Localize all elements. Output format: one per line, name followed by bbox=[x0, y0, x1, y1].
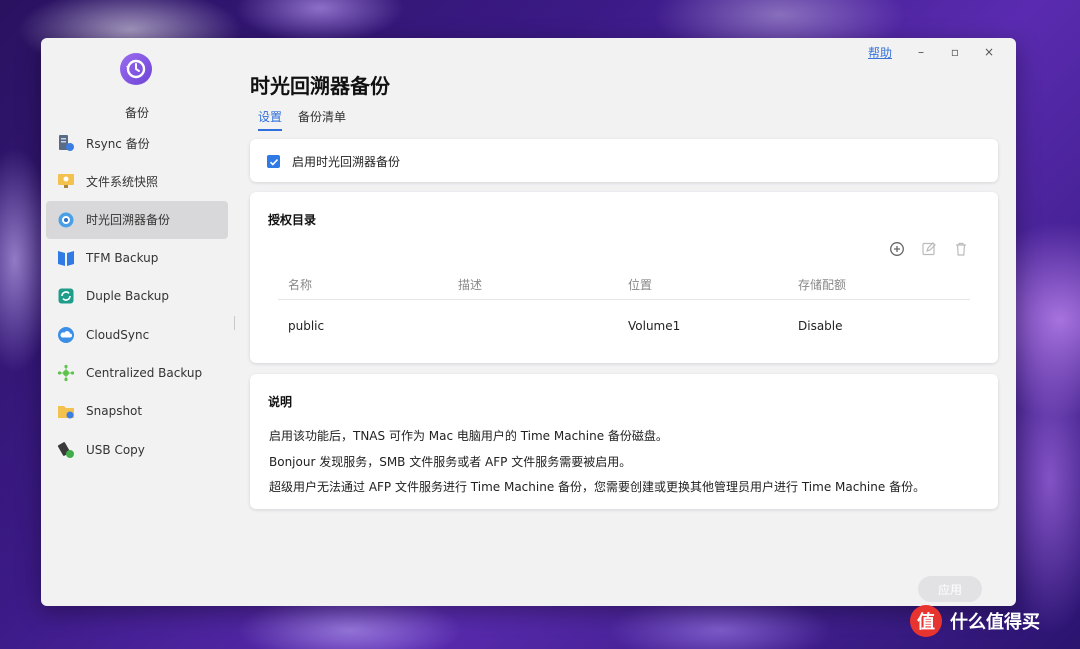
cell-name: public bbox=[288, 319, 325, 333]
tab-settings[interactable]: 设置 bbox=[258, 108, 283, 131]
cell-quota: Disable bbox=[798, 319, 843, 333]
filesystem-snapshot-icon bbox=[56, 171, 76, 191]
table-row[interactable]: public Volume1 Disable bbox=[278, 300, 970, 352]
dirs-toolbar bbox=[888, 240, 970, 258]
sidebar: 备份 Rsync 备份 文件系统快照 时光回溯器备份 TFM Backup Du… bbox=[41, 38, 237, 606]
notes-text: 启用该功能后，TNAS 可作为 Mac 电脑用户的 Time Machine 备… bbox=[269, 424, 925, 501]
page-title: 时光回溯器备份 bbox=[250, 74, 390, 98]
time-machine-icon bbox=[120, 53, 152, 85]
add-icon[interactable] bbox=[888, 240, 906, 258]
cloud-sync-icon bbox=[56, 325, 76, 345]
authorized-dirs-table: 名称 描述 位置 存储配额 public Volume1 Disable bbox=[278, 270, 970, 352]
sidebar-splitter[interactable] bbox=[234, 316, 236, 330]
watermark-text: 什么值得买 bbox=[950, 612, 1040, 633]
snapshot-folder-icon bbox=[56, 401, 76, 421]
notes-title: 说明 bbox=[268, 395, 293, 409]
notes-line: 超级用户无法通过 AFP 文件服务进行 Time Machine 备份，您需要创… bbox=[269, 480, 926, 494]
time-machine-icon bbox=[56, 210, 76, 230]
watermark: 值 什么值得买 bbox=[910, 605, 1040, 637]
sidebar-item-cloudsync[interactable]: CloudSync bbox=[46, 315, 228, 353]
column-header-quota[interactable]: 存储配额 bbox=[788, 276, 958, 293]
sidebar-item-time-machine[interactable]: 时光回溯器备份 bbox=[46, 200, 228, 239]
sidebar-item-label: Centralized Backup bbox=[86, 365, 203, 380]
authorized-dirs-title: 授权目录 bbox=[268, 213, 317, 227]
sidebar-item-centralized-backup[interactable]: Centralized Backup bbox=[46, 354, 228, 392]
usb-copy-icon bbox=[56, 440, 76, 460]
notes-line: 启用该功能后，TNAS 可作为 Mac 电脑用户的 Time Machine 备… bbox=[269, 429, 668, 443]
sidebar-item-usb-copy[interactable]: USB Copy bbox=[46, 430, 228, 468]
sidebar-item-label: 文件系统快照 bbox=[86, 174, 159, 189]
column-header-description[interactable]: 描述 bbox=[448, 276, 618, 293]
sidebar-item-label: Snapshot bbox=[86, 404, 143, 419]
backup-app-window: 帮助 – ▫ × 备份 Rsync 备份 文件系统快照 时光回溯器备份 TFM … bbox=[41, 38, 1016, 606]
watermark-logo: 值 bbox=[910, 605, 942, 637]
sidebar-item-label: Rsync 备份 bbox=[86, 136, 150, 151]
delete-icon[interactable] bbox=[952, 240, 970, 258]
duple-backup-icon bbox=[56, 286, 76, 306]
sidebar-item-tfm-backup[interactable]: TFM Backup bbox=[46, 239, 228, 277]
rsync-server-icon bbox=[56, 133, 76, 153]
sidebar-item-label: 时光回溯器备份 bbox=[86, 213, 171, 228]
app-name: 备份 bbox=[124, 106, 149, 120]
notes-card: 说明 启用该功能后，TNAS 可作为 Mac 电脑用户的 Time Machin… bbox=[250, 374, 998, 509]
sidebar-item-label: USB Copy bbox=[86, 442, 145, 457]
sidebar-item-filesystem-snapshot[interactable]: 文件系统快照 bbox=[46, 162, 228, 200]
column-header-location[interactable]: 位置 bbox=[618, 276, 788, 293]
tab-bar: 设置 备份清单 bbox=[258, 108, 346, 131]
centralized-backup-icon bbox=[56, 363, 76, 383]
column-header-name[interactable]: 名称 bbox=[278, 276, 448, 293]
sidebar-nav: Rsync 备份 文件系统快照 时光回溯器备份 TFM Backup Duple… bbox=[46, 124, 228, 469]
apply-button[interactable]: 应用 bbox=[918, 576, 982, 602]
edit-icon[interactable] bbox=[920, 240, 938, 258]
tfm-backup-icon bbox=[56, 248, 76, 268]
sidebar-item-rsync[interactable]: Rsync 备份 bbox=[46, 124, 228, 162]
sidebar-item-label: TFM Backup bbox=[86, 251, 159, 266]
notes-line: Bonjour 发现服务，SMB 文件服务或者 AFP 文件服务需要被启用。 bbox=[269, 454, 632, 469]
sidebar-item-label: Duple Backup bbox=[86, 289, 169, 304]
enable-time-machine-label: 启用时光回溯器备份 bbox=[292, 155, 401, 169]
sidebar-item-duple-backup[interactable]: Duple Backup bbox=[46, 277, 228, 315]
enable-card: 启用时光回溯器备份 bbox=[250, 139, 998, 182]
tab-backup-list[interactable]: 备份清单 bbox=[298, 108, 346, 131]
enable-time-machine-checkbox[interactable] bbox=[267, 155, 280, 168]
table-header: 名称 描述 位置 存储配额 bbox=[278, 270, 970, 300]
enable-time-machine-checkbox-row[interactable]: 启用时光回溯器备份 bbox=[267, 153, 400, 170]
sidebar-item-label: CloudSync bbox=[86, 327, 150, 342]
sidebar-item-snapshot[interactable]: Snapshot bbox=[46, 392, 228, 430]
authorized-dirs-card: 授权目录 名称 描述 位置 存储配额 public Volume1 Disabl… bbox=[250, 192, 998, 363]
main-content: 时光回溯器备份 设置 备份清单 启用时光回溯器备份 授权目录 名称 描述 位置 … bbox=[250, 38, 1000, 606]
cell-location: Volume1 bbox=[628, 319, 681, 333]
